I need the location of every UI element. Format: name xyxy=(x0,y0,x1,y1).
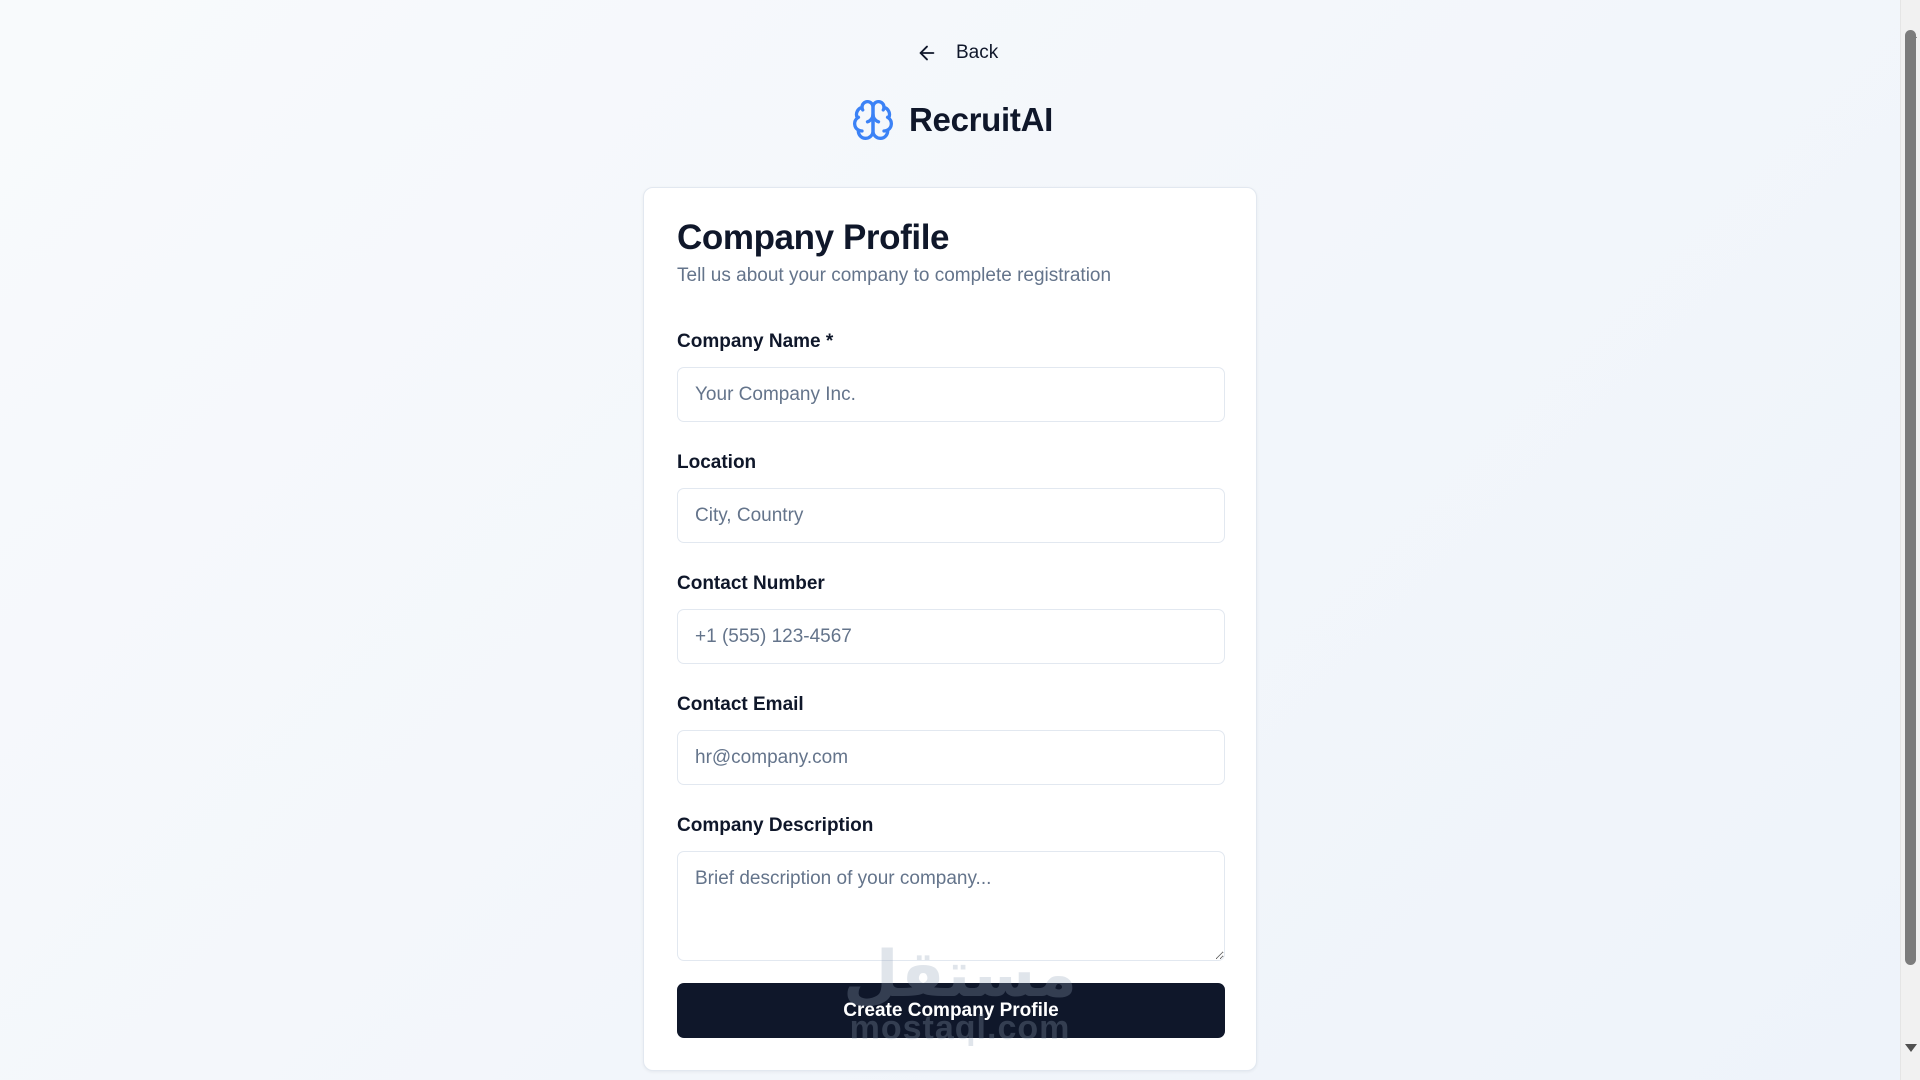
location-label: Location xyxy=(677,452,757,473)
company-profile-card: Company Profile Tell us about your compa… xyxy=(643,187,1257,1071)
contact-number-label: Contact Number xyxy=(677,573,825,594)
card-subtitle: Tell us about your company to complete r… xyxy=(677,265,1112,286)
contact-number-input[interactable] xyxy=(677,609,1225,664)
contact-email-label: Contact Email xyxy=(677,694,804,715)
company-name-label: Company Name * xyxy=(677,331,834,352)
card-title: Company Profile xyxy=(677,218,950,257)
brand-name: RecruitAI xyxy=(909,101,1053,138)
brand-logo: RecruitAI xyxy=(851,98,1053,142)
company-description-textarea[interactable] xyxy=(677,851,1225,961)
company-name-input[interactable] xyxy=(677,367,1225,422)
brain-icon xyxy=(853,100,893,140)
scrollbar-thumb[interactable] xyxy=(1905,30,1916,965)
back-label: Back xyxy=(956,42,999,63)
create-company-profile-button[interactable]: Create Company Profile xyxy=(677,983,1225,1038)
vertical-scrollbar[interactable] xyxy=(1900,0,1920,1080)
location-input[interactable] xyxy=(677,488,1225,543)
back-button[interactable]: Back xyxy=(906,36,1008,70)
arrow-left-icon xyxy=(919,45,935,61)
contact-email-input[interactable] xyxy=(677,730,1225,785)
scroll-down-arrow-icon[interactable] xyxy=(1905,1044,1917,1052)
company-description-label: Company Description xyxy=(677,815,874,836)
